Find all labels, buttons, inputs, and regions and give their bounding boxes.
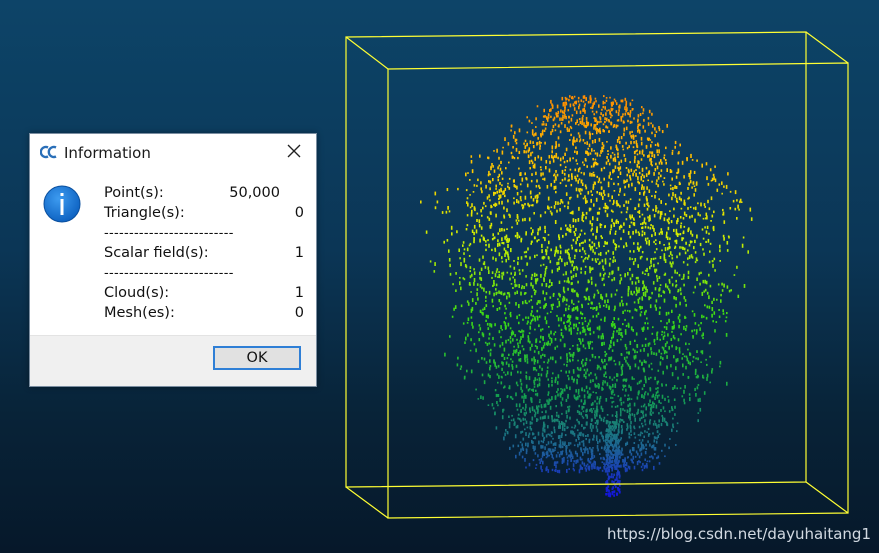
- information-dialog: Information Point(s): 50,000 Triangle(s)…: [29, 133, 317, 387]
- meshes-value: 0: [294, 305, 304, 321]
- triangles-label: Triangle(s):: [104, 205, 185, 221]
- triangles-row: Triangle(s): 0: [104, 205, 304, 225]
- scalar-fields-label: Scalar field(s):: [104, 245, 209, 261]
- dialog-titlebar[interactable]: Information: [30, 134, 316, 170]
- triangles-value: 0: [294, 205, 304, 221]
- scalar-fields-value: 1: [294, 245, 304, 261]
- clouds-value: 1: [294, 285, 304, 301]
- meshes-label: Mesh(es):: [104, 305, 175, 321]
- watermark-url: https://blog.csdn.net/dayuhaitang1: [606, 525, 871, 543]
- separator-1: --------------------------: [104, 226, 234, 241]
- points-row: Point(s): 50,000: [104, 185, 304, 205]
- clouds-row: Cloud(s): 1: [104, 285, 304, 305]
- cc-logo-icon: [40, 145, 57, 159]
- info-icon: [43, 185, 81, 223]
- meshes-row: Mesh(es): 0: [104, 305, 304, 325]
- close-icon: [287, 144, 301, 158]
- clouds-label: Cloud(s):: [104, 285, 170, 301]
- points-label: Point(s):: [104, 185, 164, 201]
- close-button[interactable]: [272, 134, 316, 168]
- ok-button[interactable]: OK: [213, 346, 301, 370]
- point-cloud-tree: [420, 95, 753, 498]
- separator-2: --------------------------: [104, 266, 234, 281]
- scalar-fields-row: Scalar field(s): 1: [104, 245, 304, 265]
- dialog-footer: OK: [30, 335, 316, 386]
- dialog-title: Information: [64, 144, 151, 162]
- points-value: 50,000: [229, 185, 280, 201]
